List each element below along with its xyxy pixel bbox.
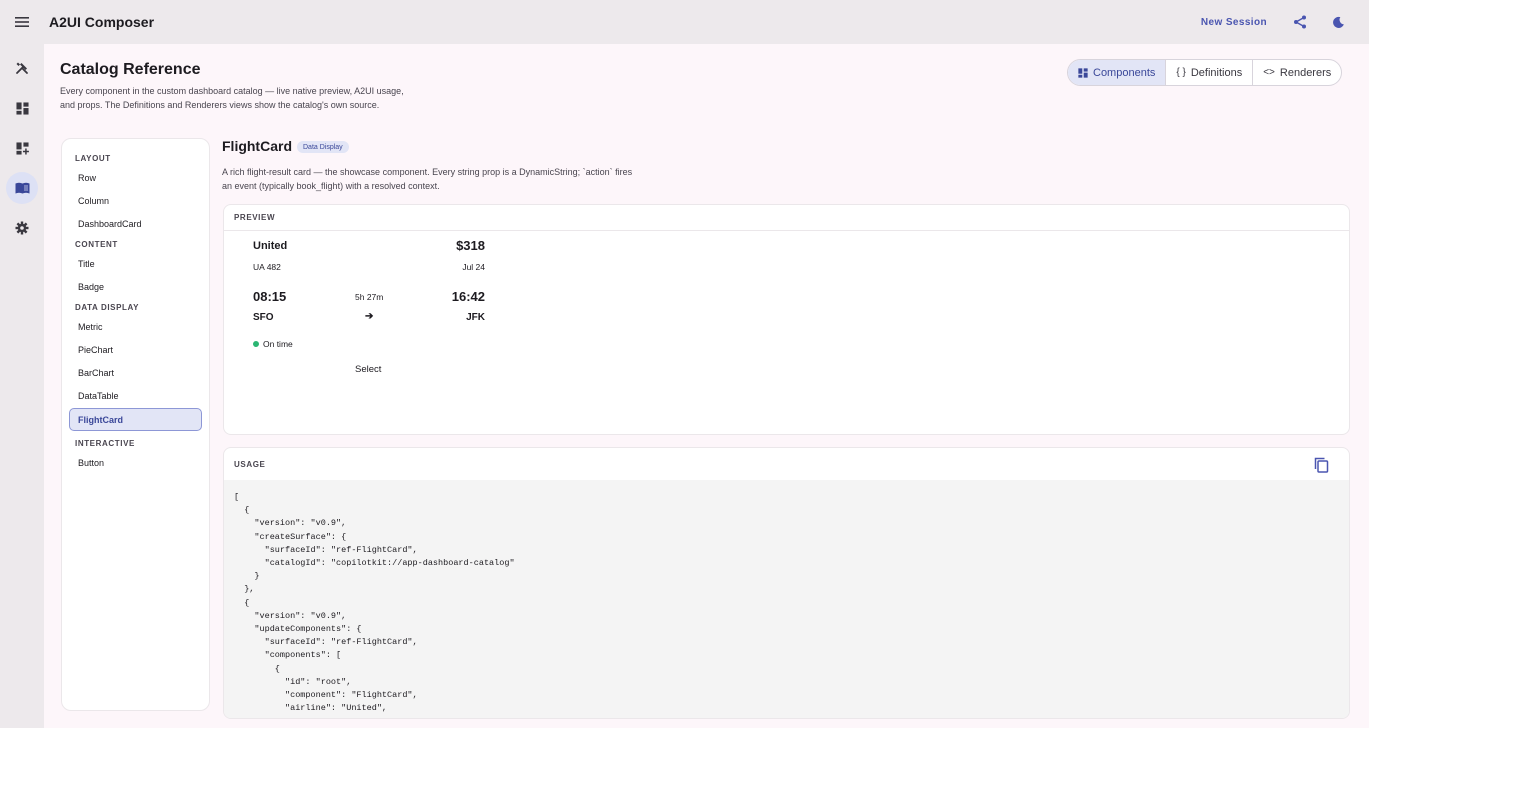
rail-item-tools[interactable] [6,52,38,84]
catalog-group-layout: LAYOUT [75,154,111,163]
component-title: FlightCard [222,138,292,154]
catalog-item-column[interactable]: Column [69,190,202,211]
braces-icon: { } [1176,67,1186,78]
top-bar: A2UI Composer New Session [0,0,1369,44]
catalog-item-badge[interactable]: Badge [69,276,202,297]
rail-item-catalog[interactable] [6,172,38,204]
select-flight-button[interactable]: Select [355,364,381,375]
dark-mode-moon-icon [1332,16,1344,28]
origin-airport: SFO [253,312,274,323]
catalog-item-flightcard[interactable]: FlightCard [69,408,202,431]
catalog-item-datatable[interactable]: DataTable [69,385,202,406]
tab-renderers-label: Renderers [1279,66,1332,79]
catalog-item-piechart[interactable]: PieChart [69,339,202,360]
catalog-group-data-display: DATA DISPLAY [75,303,140,312]
dashboard-add-icon [15,141,29,155]
tab-components[interactable]: Components [1068,60,1167,85]
arrive-time: 16:42 [451,289,485,304]
destination-airport: JFK [466,312,485,323]
flight-status: On time [263,339,293,349]
flight-number: UA 482 [253,262,281,272]
page-title: Catalog Reference [60,61,201,78]
page-description: Every component in the custom dashboard … [60,86,404,110]
route-arrow-icon: ➔ [365,311,374,322]
book-icon [15,182,29,194]
rail-item-settings[interactable] [6,212,38,244]
grid-icon [1078,67,1088,78]
flight-price: $318 [456,238,485,253]
flight-card-preview: United $318 UA 482 Jul 24 08:15 5h 27m 1… [253,234,489,404]
rail-item-dashboard-add[interactable] [6,132,38,164]
catalog-item-row[interactable]: Row [69,167,202,188]
app-title: A2UI Composer [49,14,155,30]
catalog-group-content: CONTENT [75,240,118,249]
usage-panel: USAGE [ { "version": "v0.9", "createSurf… [223,447,1350,719]
catalog-item-title[interactable]: Title [69,253,202,274]
catalog-item-metric[interactable]: Metric [69,316,202,337]
view-segmented-control: Components { } Definitions <> Renderers [1067,59,1343,86]
theme-toggle-button[interactable] [1323,7,1353,37]
flight-date: Jul 24 [462,262,485,272]
top-bar-actions: New Session [1201,0,1353,44]
tab-definitions[interactable]: { } Definitions [1166,60,1254,85]
app-shell: A2UI Composer New Session Catalog Refere… [0,0,1369,728]
share-icon [1294,15,1306,29]
code-icon: <> [1263,67,1275,78]
share-button[interactable] [1285,7,1315,37]
tab-definitions-label: Definitions [1190,66,1243,79]
dashboard-icon [15,101,29,115]
tools-icon [16,62,28,74]
gear-icon [15,221,29,235]
component-description: A rich flight-result card — the showcase… [222,167,633,191]
menu-button[interactable] [0,0,44,44]
copy-button[interactable] [1311,455,1331,475]
tab-components-label: Components [1093,66,1156,79]
depart-time: 08:15 [253,289,287,304]
new-session-button[interactable]: New Session [1201,17,1267,28]
flight-duration: 5h 27m [355,292,384,302]
tab-renderers[interactable]: <> Renderers [1253,60,1341,85]
catalog-item-dashboardcard[interactable]: DashboardCard [69,213,202,234]
flight-airline: United [253,240,288,252]
category-badge: Data Display [297,141,349,153]
preview-header: PREVIEW [224,205,1349,231]
catalog-item-button[interactable]: Button [69,452,202,473]
status-dot-icon [253,341,259,347]
navigation-rail [0,44,44,728]
usage-header: USAGE [234,459,266,469]
catalog-item-barchart[interactable]: BarChart [69,362,202,383]
copy-icon [1314,457,1328,473]
hamburger-menu-icon [15,17,29,27]
catalog-group-interactive: INTERACTIVE [75,439,135,448]
rail-item-dashboard[interactable] [6,92,38,124]
catalog-list: LAYOUT Row Column DashboardCard CONTENT … [61,138,210,711]
usage-code-block: [ { "version": "v0.9", "createSurface": … [224,480,1349,718]
preview-panel: PREVIEW United $318 UA 482 Jul 24 08:15 … [223,204,1350,435]
